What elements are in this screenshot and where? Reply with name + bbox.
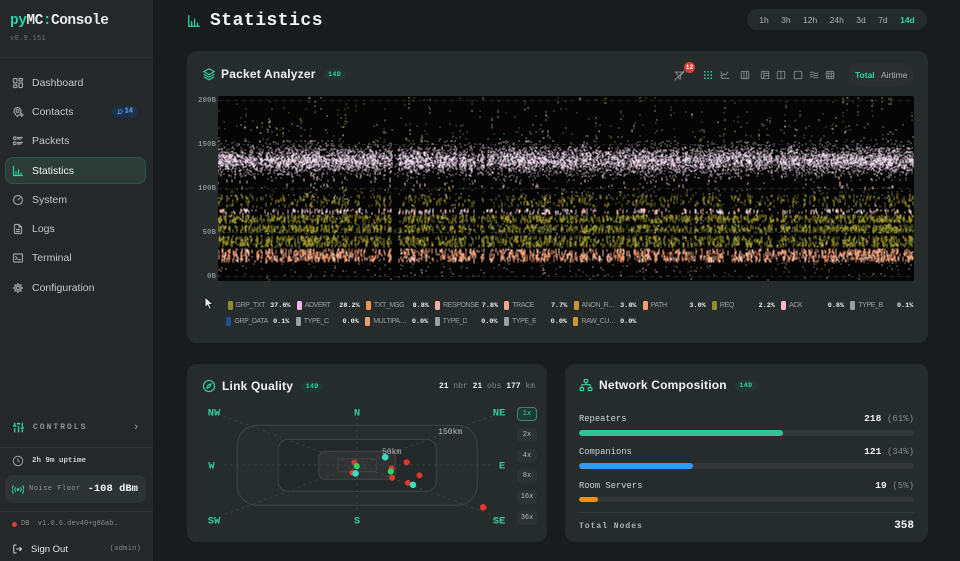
svg-text:SW: SW [208,516,221,528]
svg-text:E: E [499,461,505,473]
svg-text:SE: SE [493,516,506,528]
svg-text:150km: 150km [438,428,462,437]
svg-text:S: S [354,516,360,528]
svg-text:NW: NW [208,408,221,420]
svg-text:N: N [354,408,360,420]
svg-text:NE: NE [493,408,506,420]
svg-text:W: W [208,461,215,473]
